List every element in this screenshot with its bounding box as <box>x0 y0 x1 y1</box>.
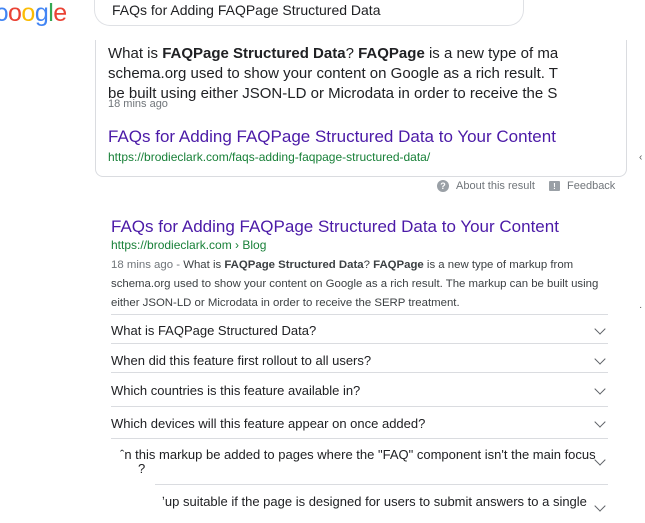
result-title-link[interactable]: FAQs for Adding FAQPage Structured Data … <box>111 217 559 237</box>
chevron-down-icon <box>594 383 606 395</box>
snippet-bold: FAQPage <box>358 45 425 62</box>
snippet-line-3: be built using either JSON-LD or Microda… <box>108 85 558 102</box>
about-this-result[interactable]: ? About this result <box>437 180 535 192</box>
featured-result-url[interactable]: https://brodieclark.com/faqs-adding-faqp… <box>108 150 430 164</box>
faq-question: Which devices will this feature appear o… <box>111 416 426 431</box>
snippet-age: 18 mins ago <box>108 98 168 110</box>
snippet-bold: FAQPage <box>373 259 424 271</box>
snippet-bold: FAQPage Structured Data <box>224 259 364 271</box>
result-url-breadcrumb[interactable]: https://brodieclark.com › Blog <box>111 238 266 252</box>
snippet-text: What is <box>183 259 225 271</box>
result-snippet-line-1: 18 mins ago - What is FAQPage Structured… <box>111 256 611 275</box>
chevron-down-icon <box>594 353 606 365</box>
chevron-down-icon <box>594 454 606 466</box>
google-logo[interactable]: ɔoogle <box>0 0 67 27</box>
featured-snippet-card: What is FAQPage Structured Data? FAQPage… <box>95 40 627 177</box>
faq-question: Which countries is this feature availabl… <box>111 383 361 398</box>
snippet-text: ? <box>345 45 359 62</box>
result-snippet-line-3: either JSON-LD or Microdata in order to … <box>111 297 460 309</box>
logo-letter: o <box>21 0 35 27</box>
edge-mark: ‹ <box>639 152 643 163</box>
faq-question: ʼup suitable if the page is designed for… <box>162 494 587 509</box>
faq-item[interactable]: What is FAQPage Structured Data? <box>111 314 608 344</box>
about-label: About this result <box>456 180 535 192</box>
snippet-line-2: schema.org used to show your content on … <box>108 65 558 82</box>
faq-question: What is FAQPage Structured Data? <box>111 323 317 338</box>
feedback-link[interactable]: ! Feedback <box>549 180 615 192</box>
faq-question: ˆn this markup be added to pages where t… <box>120 447 596 462</box>
snippet-line-1: What is FAQPage Structured Data? FAQPage… <box>108 44 558 64</box>
logo-letter: e <box>53 0 67 27</box>
help-icon: ? <box>437 180 449 192</box>
featured-result-link[interactable]: FAQs for Adding FAQPage Structured Data … <box>108 127 556 147</box>
result-snippet-line-2: schema.org used to show your content on … <box>111 278 599 290</box>
feedback-label: Feedback <box>567 180 616 192</box>
faq-item[interactable]: Which devices will this feature appear o… <box>111 406 608 439</box>
faq-item[interactable]: Which countries is this feature availabl… <box>111 372 608 407</box>
result-age: 18 mins ago - <box>111 259 184 271</box>
faq-item[interactable]: ʼup suitable if the page is designed for… <box>155 484 608 523</box>
faq-question: When did this feature first rollout to a… <box>111 353 372 368</box>
snippet-text: is a new type of markup from <box>423 259 574 271</box>
search-input[interactable] <box>112 2 502 18</box>
feedback-icon: ! <box>549 181 560 191</box>
edge-mark: · <box>639 302 643 313</box>
snippet-text: ? <box>363 259 374 271</box>
logo-letter: ɔ <box>0 0 9 27</box>
chevron-down-icon <box>594 416 606 428</box>
snippet-text: is a new type of markup fr <box>428 45 558 62</box>
logo-letter: g <box>34 0 49 27</box>
chevron-down-icon <box>594 323 606 335</box>
faq-item[interactable]: ˆn this markup be added to pages where t… <box>111 438 608 485</box>
logo-letter: o <box>8 0 22 27</box>
chevron-down-icon <box>594 500 606 512</box>
snippet-bold: FAQPage Structured Data <box>162 45 346 62</box>
search-bar[interactable] <box>94 0 524 26</box>
faq-item[interactable]: When did this feature first rollout to a… <box>111 343 608 373</box>
result-snippet: 18 mins ago - What is FAQPage Structured… <box>111 256 611 313</box>
faq-question-continuation: ? <box>138 461 146 476</box>
featured-snippet-text: What is FAQPage Structured Data? FAQPage… <box>108 44 558 104</box>
snippet-text: What is <box>108 45 163 62</box>
